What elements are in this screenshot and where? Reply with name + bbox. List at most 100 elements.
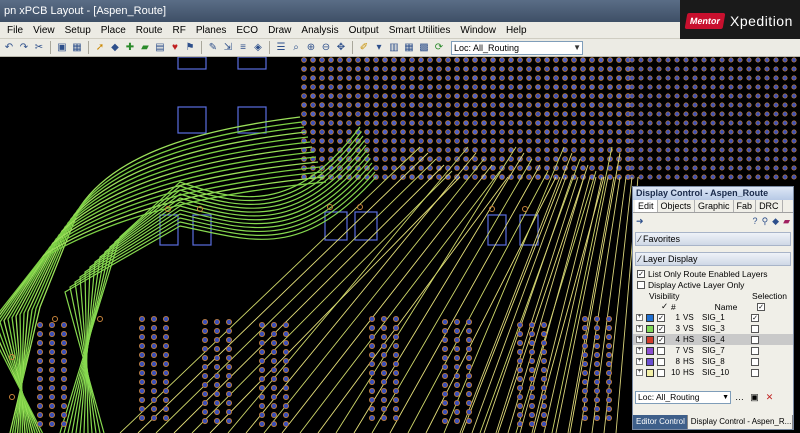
location-select[interactable]: Loc: All_Routing ▼ bbox=[451, 40, 583, 55]
layer-color-swatch[interactable] bbox=[646, 335, 654, 344]
expand-icon[interactable]: + bbox=[636, 336, 643, 343]
more-options-button[interactable]: … bbox=[733, 391, 746, 404]
layer-visible-checkbox[interactable] bbox=[657, 346, 665, 355]
layer-row[interactable]: +10 HS SIG_10 bbox=[633, 367, 793, 378]
layer-color-swatch[interactable] bbox=[646, 324, 654, 333]
select-all-checkbox[interactable]: ✓ bbox=[757, 302, 765, 311]
active-layer-checkbox[interactable] bbox=[637, 280, 645, 289]
expand-icon[interactable]: + bbox=[636, 325, 643, 332]
measure-icon[interactable]: ⇲ bbox=[221, 41, 235, 55]
active-layer-option[interactable]: Display Active Layer Only bbox=[633, 279, 793, 290]
layers-icon[interactable]: ▦ bbox=[402, 41, 416, 55]
pin-icon[interactable]: ⚲ bbox=[762, 216, 769, 227]
help-icon[interactable]: ? bbox=[753, 216, 758, 226]
visible-all-checkbox[interactable]: ✓ bbox=[661, 301, 671, 312]
draw-icon[interactable]: ✎ bbox=[206, 41, 220, 55]
expand-icon[interactable]: + bbox=[636, 358, 643, 365]
layer-row[interactable]: +8 HS SIG_8 bbox=[633, 356, 793, 367]
menu-analysis[interactable]: Analysis bbox=[296, 25, 343, 36]
brush-icon[interactable]: ▰ bbox=[783, 216, 790, 227]
layer-row[interactable]: + ✓ 1 VS SIG_1 ✓ bbox=[633, 312, 793, 323]
menu-planes[interactable]: Planes bbox=[191, 25, 232, 36]
layer-row[interactable]: + ✓ 4 HS SIG_4 bbox=[633, 334, 793, 345]
colors-icon[interactable]: ▩ bbox=[417, 41, 431, 55]
menu-rf[interactable]: RF bbox=[167, 25, 190, 36]
redo-icon[interactable]: ↷ bbox=[17, 41, 31, 55]
place-part-icon[interactable]: ◆ bbox=[108, 41, 122, 55]
menu-setup[interactable]: Setup bbox=[60, 25, 96, 36]
menu-draw[interactable]: Draw bbox=[263, 25, 296, 36]
layer-row[interactable]: +7 VS SIG_7 bbox=[633, 345, 793, 356]
cut-icon[interactable]: ✂ bbox=[32, 41, 46, 55]
menu-window[interactable]: Window bbox=[455, 25, 501, 36]
layer-color-swatch[interactable] bbox=[646, 368, 654, 377]
route-icon[interactable]: ▰ bbox=[138, 41, 152, 55]
menu-smart-utilities[interactable]: Smart Utilities bbox=[384, 25, 456, 36]
tab-editor-control[interactable]: Editor Control bbox=[633, 415, 688, 429]
color-picker-icon[interactable]: ▾ bbox=[372, 41, 386, 55]
menu-file[interactable]: File bbox=[2, 25, 28, 36]
chevron-down-icon[interactable]: ▼ bbox=[573, 42, 581, 54]
layer-select-checkbox[interactable] bbox=[751, 335, 759, 344]
hazard-icon[interactable]: ◈ bbox=[251, 41, 265, 55]
favorites-section[interactable]: ⁄ Favorites bbox=[635, 232, 791, 246]
route-enabled-option[interactable]: ✓ List Only Route Enabled Layers bbox=[633, 268, 793, 279]
layer-color-swatch[interactable] bbox=[646, 313, 654, 322]
menu-output[interactable]: Output bbox=[344, 25, 384, 36]
panel-location-select[interactable]: Loc: All_Routing ▼ bbox=[635, 391, 731, 404]
plane-icon[interactable]: ▤ bbox=[153, 41, 167, 55]
arrow-right-icon[interactable]: ➜ bbox=[636, 216, 644, 227]
layer-row[interactable]: + ✓ 3 VS SIG_3 bbox=[633, 323, 793, 334]
grid-icon[interactable]: ▦ bbox=[70, 41, 84, 55]
layer-select-checkbox[interactable] bbox=[751, 357, 759, 366]
layer-visible-checkbox[interactable]: ✓ bbox=[657, 335, 665, 344]
via-pad bbox=[400, 147, 406, 153]
zoom-out-icon[interactable]: ⊖ bbox=[319, 41, 333, 55]
menu-view[interactable]: View bbox=[28, 25, 60, 36]
undo-icon[interactable]: ↶ bbox=[2, 41, 16, 55]
menu-place[interactable]: Place bbox=[96, 25, 131, 36]
tab-drc[interactable]: DRC bbox=[756, 200, 783, 212]
expand-icon[interactable]: + bbox=[636, 347, 643, 354]
layer-visible-checkbox[interactable] bbox=[657, 368, 665, 377]
display-control-icon[interactable]: ▥ bbox=[387, 41, 401, 55]
settings-icon[interactable]: ◆ bbox=[772, 216, 779, 227]
tab-graphic[interactable]: Graphic bbox=[695, 200, 734, 212]
layer-select-checkbox[interactable] bbox=[751, 324, 759, 333]
pan-icon[interactable]: ✥ bbox=[334, 41, 348, 55]
eco-icon[interactable]: ⚑ bbox=[183, 41, 197, 55]
zoom-fit-icon[interactable]: ▣ bbox=[55, 41, 69, 55]
expand-icon[interactable]: + bbox=[636, 314, 643, 321]
save-icon[interactable]: ▣ bbox=[748, 391, 761, 404]
menu-help[interactable]: Help bbox=[501, 25, 532, 36]
tab-objects[interactable]: Objects bbox=[658, 200, 696, 212]
layer-color-swatch[interactable] bbox=[646, 346, 654, 355]
via-icon[interactable]: ✚ bbox=[123, 41, 137, 55]
via-pad bbox=[728, 138, 734, 144]
pen-tool-icon[interactable]: ✐ bbox=[357, 41, 371, 55]
tab-display-control[interactable]: Display Control - Aspen_R... bbox=[688, 415, 793, 429]
zoom-in-icon[interactable]: ⊕ bbox=[304, 41, 318, 55]
highlight-icon[interactable]: ☰ bbox=[274, 41, 288, 55]
route-enabled-checkbox[interactable]: ✓ bbox=[637, 269, 645, 278]
search-icon[interactable]: ⌕ bbox=[289, 41, 303, 55]
expand-icon[interactable]: + bbox=[636, 369, 643, 376]
layer-color-swatch[interactable] bbox=[646, 357, 654, 366]
select-cursor-icon[interactable]: ➚ bbox=[93, 41, 107, 55]
layer-select-checkbox[interactable] bbox=[751, 368, 759, 377]
rf-icon[interactable]: ♥ bbox=[168, 41, 182, 55]
tab-fab[interactable]: Fab bbox=[734, 200, 757, 212]
layer-visible-checkbox[interactable]: ✓ bbox=[657, 324, 665, 333]
tab-edit[interactable]: Edit bbox=[635, 200, 658, 212]
layer-visible-checkbox[interactable]: ✓ bbox=[657, 313, 665, 322]
menu-route[interactable]: Route bbox=[131, 25, 168, 36]
properties-icon[interactable]: ≡ bbox=[236, 41, 250, 55]
refresh-icon[interactable]: ⟳ bbox=[432, 41, 446, 55]
layer-visible-checkbox[interactable] bbox=[657, 357, 665, 366]
menu-eco[interactable]: ECO bbox=[231, 25, 263, 36]
layer-select-checkbox[interactable]: ✓ bbox=[751, 313, 759, 322]
chevron-down-icon[interactable]: ▼ bbox=[722, 392, 729, 403]
layer-display-section[interactable]: ⁄ Layer Display bbox=[635, 252, 791, 266]
close-icon[interactable]: ✕ bbox=[763, 391, 776, 404]
layer-select-checkbox[interactable] bbox=[751, 346, 759, 355]
